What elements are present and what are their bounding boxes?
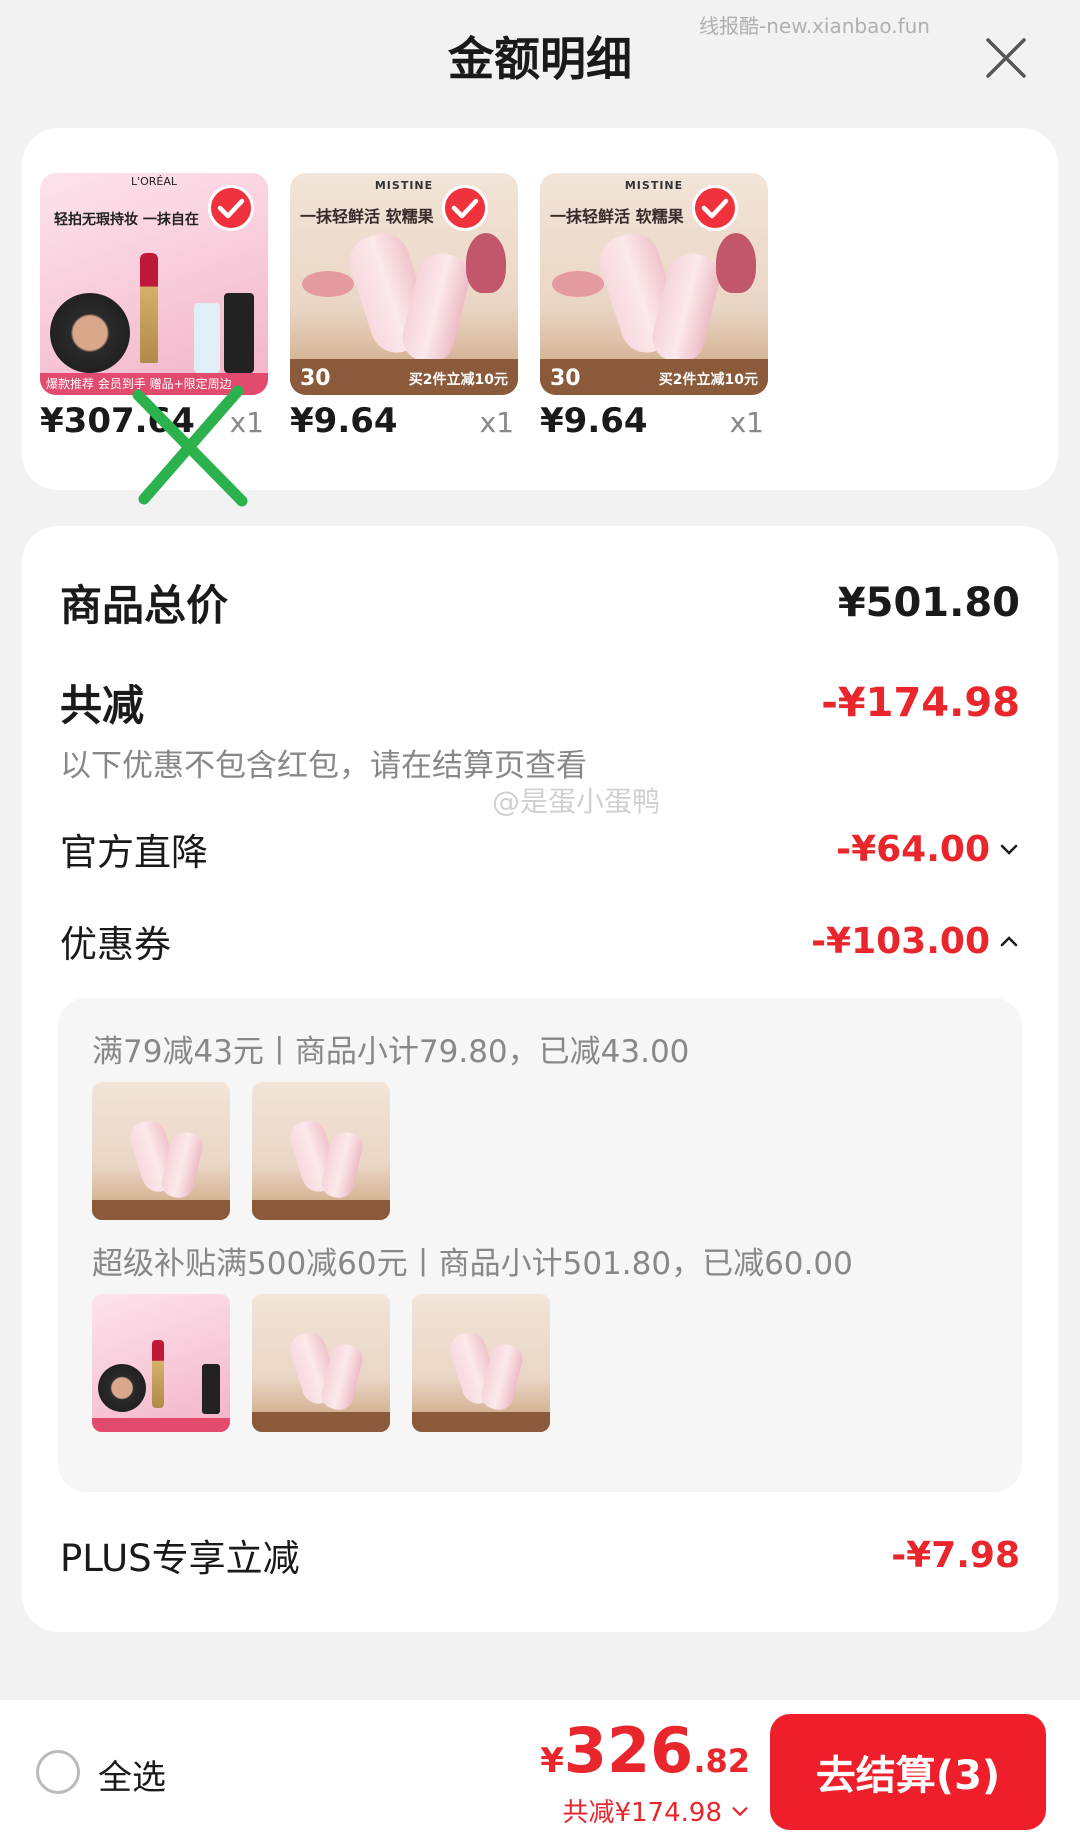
official-discount-amount: -¥64.00 xyxy=(836,828,990,870)
total-amount: ¥326.82 xyxy=(540,1714,750,1787)
price-row: ¥9.64 x1 xyxy=(290,401,518,441)
tube-image xyxy=(224,293,254,373)
promo-strip: 30 买2件立减10元 xyxy=(290,359,518,395)
products-card: L'ORÉAL 轻拍无瑕持妆 一抹自在 爆款推荐 会员到手 赠品+限定周边 ¥3… xyxy=(22,128,1058,507)
checkout-button[interactable]: 去结算(3) xyxy=(770,1714,1046,1830)
product-tagline: 轻拍无瑕持妆 一抹自在 xyxy=(54,212,199,228)
chevron-up-icon[interactable] xyxy=(998,930,1020,952)
discount-note: 以下优惠不包含红包，请在结算页查看 xyxy=(60,748,587,784)
radio-icon[interactable] xyxy=(36,1750,80,1794)
select-all-label[interactable]: 全选 xyxy=(98,1750,166,1799)
check-icon[interactable] xyxy=(442,185,488,231)
promo-strip xyxy=(92,1200,230,1220)
official-discount-label: 官方直降 xyxy=(60,831,208,874)
total-price-value: ¥501.80 xyxy=(837,579,1020,626)
product-item[interactable]: MISTINE 一抹轻鲜活 软糯果 30 买2件立减10元 ¥9.64 x1 xyxy=(290,173,518,441)
product-price: ¥9.64 xyxy=(540,401,648,441)
price-detail-card: 商品总价 ¥501.80 共减 -¥174.98 以下优惠不包含红包，请在结算页… xyxy=(22,526,1058,1632)
product-price: ¥307.64 xyxy=(40,401,195,441)
product-image[interactable]: L'ORÉAL 轻拍无瑕持妆 一抹自在 爆款推荐 会员到手 赠品+限定周边 xyxy=(40,173,268,395)
checkout-bar: 全选 ¥326.82 共减¥174.98 去结算(3) xyxy=(0,1700,1080,1844)
coupon-product-list xyxy=(92,1294,550,1432)
chevron-down-icon[interactable] xyxy=(998,838,1020,860)
lips-image xyxy=(552,271,604,297)
product-quantity: x1 xyxy=(729,406,764,439)
chevron-down-icon xyxy=(732,1806,748,1816)
lipstick-image xyxy=(140,253,158,363)
promo-badge: 30 xyxy=(550,366,581,391)
coupon-description: 超级补贴满500减60元丨商品小计501.80，已减60.00 xyxy=(92,1246,853,1282)
tube-image xyxy=(194,303,220,373)
check-icon[interactable] xyxy=(208,185,254,231)
official-discount-value: -¥64.00 xyxy=(836,829,1020,870)
lipstick-image xyxy=(152,1340,164,1408)
tube-image xyxy=(202,1364,220,1414)
coupon-product-thumb xyxy=(92,1082,230,1220)
flower-image xyxy=(716,233,756,293)
coupon-row[interactable]: 优惠券 -¥103.00 xyxy=(60,914,1020,968)
cushion-compact-image xyxy=(98,1364,146,1412)
coupon-product-thumb xyxy=(252,1082,390,1220)
coupon-label: 优惠券 xyxy=(60,923,171,966)
promo-badge: 30 xyxy=(300,366,331,391)
total-discount-text: 共减¥174.98 xyxy=(562,1798,722,1828)
promo-text: 买2件立减10元 xyxy=(658,372,758,388)
promo-strip xyxy=(252,1412,390,1432)
discount-label: 共减 xyxy=(60,681,145,730)
discount-row: 共减 -¥174.98 xyxy=(60,672,1020,733)
discount-value: -¥174.98 xyxy=(821,679,1020,726)
page-title: 金额明细 xyxy=(448,32,632,86)
price-row: ¥9.64 x1 xyxy=(540,401,768,441)
plus-discount-row: PLUS专享立减 -¥7.98 xyxy=(60,1528,1020,1582)
lips-image xyxy=(302,271,354,297)
product-item[interactable]: MISTINE 一抹轻鲜活 软糯果 30 买2件立减10元 ¥9.64 x1 xyxy=(540,173,768,441)
coupon-value: -¥103.00 xyxy=(811,921,1020,962)
coupon-description: 满79减43元丨商品小计79.80，已减43.00 xyxy=(92,1034,690,1070)
product-banner: 爆款推荐 会员到手 赠品+限定周边 xyxy=(40,373,268,395)
price-row: ¥307.64 x1 xyxy=(40,401,268,441)
coupon-product-list xyxy=(92,1082,390,1220)
coupon-amount: -¥103.00 xyxy=(811,920,990,962)
check-icon[interactable] xyxy=(692,185,738,231)
coupon-detail-box: 满79减43元丨商品小计79.80，已减43.00 超级补贴满500减60元丨商… xyxy=(58,998,1022,1492)
promo-strip: 30 买2件立减10元 xyxy=(540,359,768,395)
product-quantity: x1 xyxy=(479,406,514,439)
official-discount-row[interactable]: 官方直降 -¥64.00 xyxy=(60,822,1020,876)
product-tagline: 一抹轻鲜活 软糯果 xyxy=(550,207,684,226)
promo-strip xyxy=(252,1200,390,1220)
weibo-watermark: @是蛋小蛋鸭 xyxy=(492,785,661,818)
product-banner xyxy=(92,1418,230,1432)
coupon-product-thumb xyxy=(92,1294,230,1432)
product-quantity: x1 xyxy=(229,406,264,439)
close-icon[interactable] xyxy=(982,34,1030,82)
total-price-label: 商品总价 xyxy=(60,581,229,630)
flower-image xyxy=(466,233,506,293)
product-image[interactable]: MISTINE 一抹轻鲜活 软糯果 30 买2件立减10元 xyxy=(290,173,518,395)
total-price-row: 商品总价 ¥501.80 xyxy=(60,572,1020,633)
cushion-compact-image xyxy=(50,293,130,373)
product-tagline: 一抹轻鲜活 软糯果 xyxy=(300,207,434,226)
header: 金额明细 xyxy=(0,0,1080,120)
product-image[interactable]: MISTINE 一抹轻鲜活 软糯果 30 买2件立减10元 xyxy=(540,173,768,395)
promo-text: 买2件立减10元 xyxy=(408,372,508,388)
coupon-product-thumb xyxy=(412,1294,550,1432)
plus-discount-label: PLUS专享立减 xyxy=(60,1537,300,1580)
product-price: ¥9.64 xyxy=(290,401,398,441)
currency-symbol: ¥ xyxy=(540,1741,564,1781)
total-discount-toggle[interactable]: 共减¥174.98 xyxy=(562,1792,750,1829)
plus-discount-value: -¥7.98 xyxy=(891,1534,1020,1576)
coupon-product-thumb xyxy=(252,1294,390,1432)
total-decimal: .82 xyxy=(693,1742,750,1780)
promo-strip xyxy=(412,1412,550,1432)
product-item[interactable]: L'ORÉAL 轻拍无瑕持妆 一抹自在 爆款推荐 会员到手 赠品+限定周边 ¥3… xyxy=(40,173,268,507)
total-integer: 326 xyxy=(563,1714,694,1787)
